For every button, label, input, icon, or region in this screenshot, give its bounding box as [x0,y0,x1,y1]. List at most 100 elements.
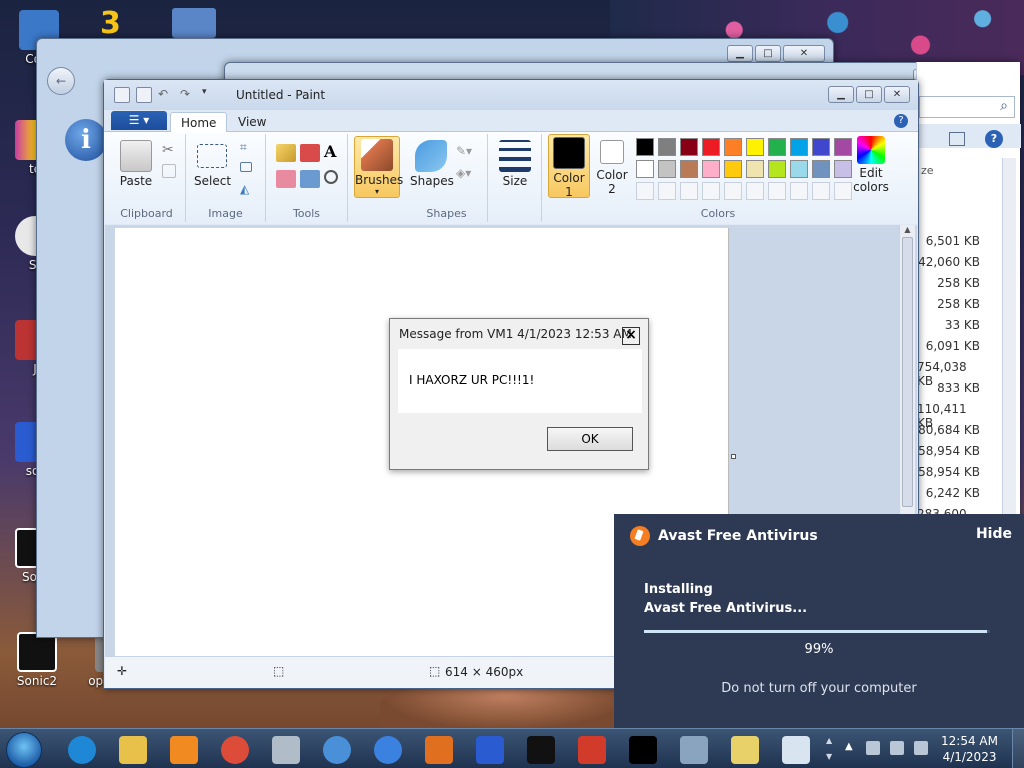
resize-icon[interactable] [240,162,252,172]
tab-home[interactable]: Home [170,112,228,132]
taskbar-button[interactable] [772,732,820,768]
color-swatch[interactable] [768,138,786,156]
taskbar-button[interactable] [160,732,208,768]
color-swatch[interactable] [724,160,742,178]
taskbar-button[interactable] [262,732,310,768]
color2-button[interactable]: Color 2 [592,136,632,196]
preview-pane-icon[interactable] [949,132,965,146]
taskbar-button[interactable] [415,732,463,768]
scroll-thumb[interactable] [902,237,913,507]
color-swatch[interactable] [790,138,808,156]
color-swatch[interactable] [680,160,698,178]
start-button[interactable] [6,732,42,768]
color-picker-icon[interactable] [300,170,320,188]
color-swatch[interactable] [680,138,698,156]
color-swatch[interactable] [746,182,764,200]
color-swatch[interactable] [680,182,698,200]
taskbar-button[interactable] [721,732,769,768]
color-swatch[interactable] [724,182,742,200]
color-swatch[interactable] [702,138,720,156]
list-item[interactable]: 58,954 KB [918,444,980,458]
customize-chevron-icon[interactable]: ▾ [202,87,218,103]
color-swatch[interactable] [702,160,720,178]
file-menu-button[interactable]: ☰ ▾ [111,111,167,130]
color-swatch[interactable] [658,138,676,156]
text-icon[interactable]: A [324,142,344,161]
volume-icon[interactable] [914,741,928,755]
list-item[interactable]: 833 KB [937,381,980,395]
color1-button[interactable]: Color 1 [548,134,590,199]
search-icon[interactable]: ⌕ [1000,98,1008,114]
close-button[interactable]: ✕ [884,86,910,103]
magnifier-icon[interactable] [324,170,338,184]
action-center-icon[interactable] [866,741,880,755]
ok-button[interactable]: OK [547,427,633,451]
crop-icon[interactable]: ⌗ [240,140,260,158]
color-swatch[interactable] [702,182,720,200]
color-swatch[interactable] [812,182,830,200]
list-item[interactable]: 6,242 KB [926,486,980,500]
color-swatch[interactable] [658,160,676,178]
save-icon[interactable] [136,87,152,103]
resize-handle[interactable] [731,454,736,459]
color-swatch[interactable] [636,160,654,178]
list-item[interactable]: 33 KB [945,318,980,332]
fill-shape-icon[interactable]: ◈▾ [456,166,476,184]
color-swatch[interactable] [812,138,830,156]
help-icon[interactable]: ? [894,114,908,128]
color-swatch[interactable] [746,160,764,178]
system-clock[interactable]: 12:54 AM 4/1/2023 [941,733,998,765]
show-hidden-icons-icon[interactable]: ▲ [845,741,853,752]
color-swatch[interactable] [658,182,676,200]
taskbar-button[interactable] [364,732,412,768]
paint-titlebar[interactable]: ↶ ↷ ▾ Untitled - Paint ▁ □ ✕ [104,80,918,110]
taskbar-button[interactable] [313,732,361,768]
taskbar-scroll-arrows[interactable]: ▲ ▼ [826,733,832,765]
brushes-button[interactable]: Brushes ▾ [354,136,403,198]
color-swatch[interactable] [636,182,654,200]
color-swatch[interactable] [790,182,808,200]
list-item[interactable]: 6,091 KB [926,339,980,353]
network-icon[interactable] [890,741,904,755]
taskbar-button[interactable] [619,732,667,768]
cut-icon[interactable]: ✂ [162,142,182,160]
eraser-icon[interactable] [276,170,296,188]
taskbar-button[interactable] [58,732,106,768]
color-swatch[interactable] [724,138,742,156]
redo-icon[interactable]: ↷ [180,87,196,103]
scroll-up-arrow[interactable]: ▲ [900,225,915,234]
color-swatch[interactable] [812,160,830,178]
pencil-icon[interactable] [276,144,296,162]
taskbar-button[interactable] [568,732,616,768]
maximize-button[interactable]: □ [856,86,882,103]
list-item[interactable]: 258 KB [937,276,980,290]
paste-button[interactable]: Paste [116,140,156,188]
back-button[interactable]: ← [47,67,75,95]
fill-icon[interactable] [300,144,320,162]
hide-button[interactable]: Hide [976,526,1012,542]
outline-icon[interactable]: ✎▾ [456,144,476,162]
show-desktop-button[interactable] [1012,729,1024,768]
color-swatch[interactable] [768,160,786,178]
list-item[interactable]: 258 KB [937,297,980,311]
color-swatch[interactable] [636,138,654,156]
taskbar-button[interactable] [466,732,514,768]
maximize-button[interactable]: □ [755,45,781,62]
desktop-icon-home[interactable] [172,8,216,38]
minimize-button[interactable]: ▁ [828,86,854,103]
taskbar-button[interactable] [109,732,157,768]
paint-app-icon[interactable] [114,87,130,103]
dialog-close-button[interactable]: × [622,327,640,345]
list-item[interactable]: 58,954 KB [918,465,980,479]
list-item[interactable]: 6,501 KB [926,234,980,248]
undo-icon[interactable]: ↶ [158,87,174,103]
minimize-button[interactable]: ▁ [727,45,753,62]
desktop-icon-3[interactable]: 3 [100,6,132,41]
copy-icon[interactable] [162,164,176,178]
taskbar-button[interactable] [670,732,718,768]
column-header-size[interactable]: ze [921,164,934,177]
desktop-icon-sonic2[interactable]: Sonic2 [2,632,72,688]
color-swatch[interactable] [746,138,764,156]
shapes-button[interactable]: Shapes [410,140,454,188]
color-swatch[interactable] [768,182,786,200]
